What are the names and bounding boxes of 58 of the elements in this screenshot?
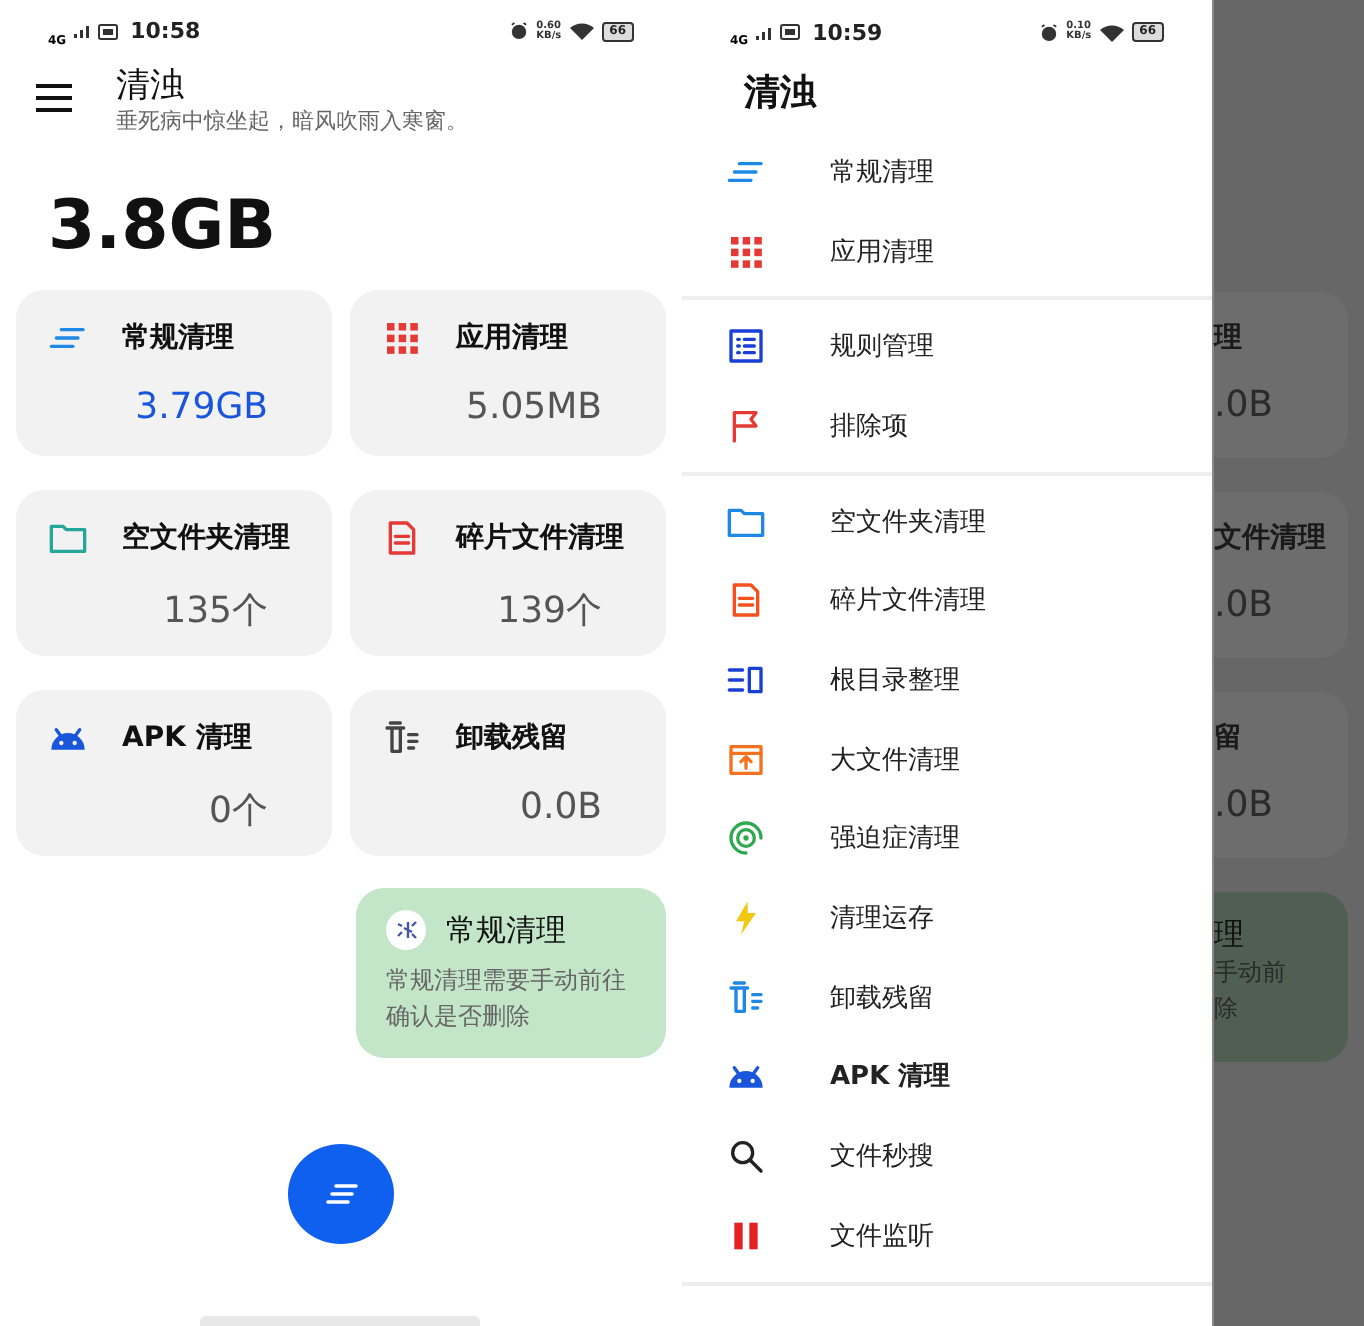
hd-icon (98, 23, 119, 40)
drawer-item[interactable]: 清理运存 (682, 878, 1212, 958)
drawer-item[interactable]: 强迫症清理 (682, 799, 1212, 879)
card-title: 应用清理 (456, 320, 568, 357)
menu-icon[interactable] (36, 83, 72, 112)
drawer-item[interactable]: 规则管理 (682, 306, 1212, 387)
stat-card[interactable]: 常规清理 3.79GB (16, 290, 332, 457)
alarm-icon (510, 22, 529, 41)
card-value: 0个 (209, 788, 268, 835)
hd-icon (780, 24, 801, 40)
drawer-item[interactable]: 文件监听 (682, 1195, 1212, 1276)
card-value: 5.05MB (466, 386, 602, 429)
card-title: 留 (1214, 720, 1244, 756)
card-value: .0B (1214, 384, 1276, 426)
lines-icon (325, 1184, 357, 1205)
drawer-item[interactable]: 排除项 (682, 386, 1212, 466)
card-value: .0B (1214, 584, 1276, 626)
card-title: 文件清理 (1214, 520, 1328, 556)
card-value: 139个 (497, 588, 602, 635)
status-time: 10:59 (812, 19, 883, 45)
card-title: 卸载残留 (456, 720, 568, 757)
drawer-item[interactable]: 常规清理 (682, 132, 1212, 212)
status-time: 10:58 (130, 18, 201, 45)
drawer-item[interactable]: 应用清理 (682, 211, 1212, 291)
drawer-item[interactable]: 大文件清理 (682, 719, 1212, 799)
card-value: 0.0B (520, 786, 602, 829)
toast-title: 理 (1214, 916, 1246, 954)
signal-icon (74, 24, 91, 39)
stat-card[interactable]: 碎片文件清理 139个 (350, 490, 666, 657)
signal-icon (756, 25, 773, 39)
stat-card[interactable]: 应用清理 5.05MB (350, 290, 666, 457)
app-subtitle: 垂死病中惊坐起，暗风吹雨入寒窗。 (116, 107, 468, 136)
alarm-icon (1040, 23, 1059, 41)
wifi-icon (1099, 23, 1124, 41)
toast-message: 常规清理需要手动前往确认是否删除 (386, 964, 626, 1035)
drawer-item[interactable]: 碎片文件清理 (682, 560, 1212, 641)
wifi-icon (569, 22, 594, 41)
card-value: 135个 (163, 588, 268, 635)
stat-card[interactable]: 卸载残留 0.0B (350, 690, 666, 857)
drawer-item[interactable]: 空文件夹清理 (682, 481, 1212, 561)
toast-title: 常规清理 (446, 911, 566, 950)
card-title: 碎片文件清理 (456, 520, 624, 557)
app-icon (386, 910, 426, 951)
drawer-item[interactable]: 根目录整理 (682, 640, 1212, 720)
card-title: 理 (1214, 320, 1244, 356)
total-size: 3.8GB (48, 183, 279, 270)
drawer-title: 清浊 (744, 70, 819, 118)
card-value: .0B (1214, 784, 1276, 826)
drawer-item[interactable]: APK 清理 (682, 1037, 1212, 1117)
card-title: 常规清理 (122, 320, 234, 357)
card-title: 空文件夹清理 (122, 520, 290, 557)
drawer-item[interactable]: 卸载残留 (682, 957, 1212, 1038)
stat-card[interactable]: 空文件夹清理 135个 (16, 490, 332, 657)
card-title: APK 清理 (122, 720, 252, 757)
card-value: 3.79GB (135, 386, 268, 429)
stat-card[interactable]: APK 清理 0个 (16, 690, 332, 857)
drawer-item[interactable]: 文件秒搜 (682, 1116, 1212, 1196)
app-title: 清浊 (116, 63, 186, 108)
